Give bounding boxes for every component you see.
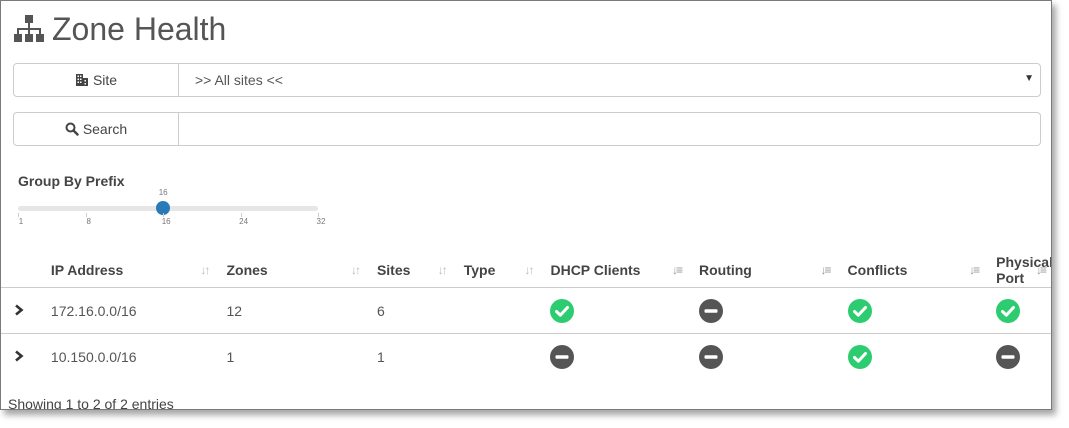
sort-icon: ↓↑	[437, 263, 448, 277]
expand-cell[interactable]	[1, 334, 41, 380]
expand-column-header	[1, 253, 41, 288]
cell-physical-port	[986, 287, 1051, 334]
cell-dhcp-clients	[540, 334, 689, 380]
slider-tick-label: 1	[18, 217, 24, 226]
expand-cell[interactable]	[1, 287, 41, 334]
chevron-right-icon[interactable]	[13, 349, 25, 362]
column-header-routing[interactable]: Routing ↓≡	[688, 253, 838, 288]
cell-sites: 1	[376, 348, 385, 365]
table-row: 10.150.0.0/16 1 1	[1, 334, 1051, 380]
cell-type	[454, 334, 541, 380]
slider-tick-label: 24	[239, 217, 249, 226]
cell-conflicts	[838, 334, 987, 380]
zone-health-panel: Zone Health Site >> All sites << ▼ Searc…	[0, 0, 1052, 410]
search-field	[179, 113, 1040, 145]
cell-physical-port	[986, 334, 1051, 380]
cell-ip-address: 172.16.0.0/16	[40, 287, 217, 334]
column-header-sites[interactable]: Sites ↓↑	[366, 253, 454, 288]
check-circle-icon	[550, 298, 575, 323]
sort-icon: ↓↑	[524, 263, 534, 277]
search-label: Search	[82, 121, 128, 137]
cell-zones: 1	[226, 348, 235, 365]
minus-circle-icon	[996, 344, 1021, 369]
page-header: Zone Health	[12, 9, 226, 49]
table-body: 172.16.0.0/16 12 6 10.150.0.0/16 1 1	[1, 287, 1051, 380]
check-circle-icon	[847, 298, 872, 323]
cell-ip-address: 10.150.0.0/16	[50, 348, 137, 365]
slider-tick-label: 16	[161, 217, 171, 226]
search-input[interactable]	[195, 113, 1040, 145]
column-header-ip-address[interactable]: IP Address ↓↑	[40, 253, 217, 288]
sort-amount-icon: ↓≡	[1035, 263, 1047, 277]
cell-routing	[688, 287, 838, 334]
cell-type	[453, 287, 541, 334]
search-icon	[65, 122, 79, 136]
column-header-conflicts[interactable]: Conflicts ↓≡	[837, 253, 987, 288]
site-label-cell: Site	[14, 64, 179, 96]
slider-tick-label: 8	[86, 217, 91, 226]
site-select[interactable]: >> All sites << ▼	[179, 64, 1040, 96]
prefix-slider[interactable]: 16 1 8 16 24 32	[18, 187, 338, 233]
check-circle-icon	[847, 344, 872, 369]
minus-circle-icon	[698, 298, 723, 323]
sort-amount-icon: ↓≡	[671, 263, 683, 277]
site-filter: Site >> All sites << ▼	[13, 63, 1041, 97]
cell-conflicts	[837, 287, 987, 334]
sitemap-icon	[14, 15, 44, 42]
slider-tick-label: 32	[316, 217, 326, 226]
cell-sites: 6	[366, 287, 454, 334]
zone-table: IP Address ↓↑ Zones ↓↑ Sites ↓↑ Type ↓↑ DHCP…	[1, 253, 1051, 380]
chevron-right-icon[interactable]	[13, 303, 25, 316]
cell-dhcp-clients	[540, 287, 689, 334]
column-header-type[interactable]: Type ↓↑	[453, 253, 541, 288]
cell-routing	[689, 334, 838, 380]
sort-icon: ↓↑	[200, 263, 210, 277]
cell-zones: 12	[216, 287, 367, 334]
minus-circle-icon	[698, 344, 723, 369]
column-header-physical-port[interactable]: Physical Port ↓≡	[986, 253, 1051, 288]
caret-down-icon: ▼	[1024, 73, 1034, 84]
table-header-row: IP Address ↓↑ Zones ↓↑ Sites ↓↑ Type ↓↑ DHCP…	[1, 253, 1051, 288]
search-label-cell: Search	[14, 113, 179, 145]
search-filter: Search	[13, 112, 1041, 146]
column-header-zones[interactable]: Zones ↓↑	[216, 253, 367, 288]
table-row: 172.16.0.0/16 12 6	[1, 287, 1051, 334]
check-circle-icon	[996, 298, 1021, 323]
site-select-value: >> All sites <<	[195, 72, 283, 88]
minus-circle-icon	[550, 344, 575, 369]
site-label: Site	[92, 72, 118, 88]
table-info: Showing 1 to 2 of 2 entries	[8, 396, 174, 410]
sort-icon: ↓↑	[350, 263, 361, 277]
building-icon	[75, 74, 88, 86]
page-title: Zone Health	[52, 10, 227, 47]
sort-amount-icon: ↓≡	[820, 263, 832, 277]
column-header-dhcp-clients[interactable]: DHCP Clients ↓≡	[540, 253, 689, 288]
slider-value-label: 16	[158, 188, 168, 197]
sort-amount-icon: ↓≡	[969, 263, 980, 277]
